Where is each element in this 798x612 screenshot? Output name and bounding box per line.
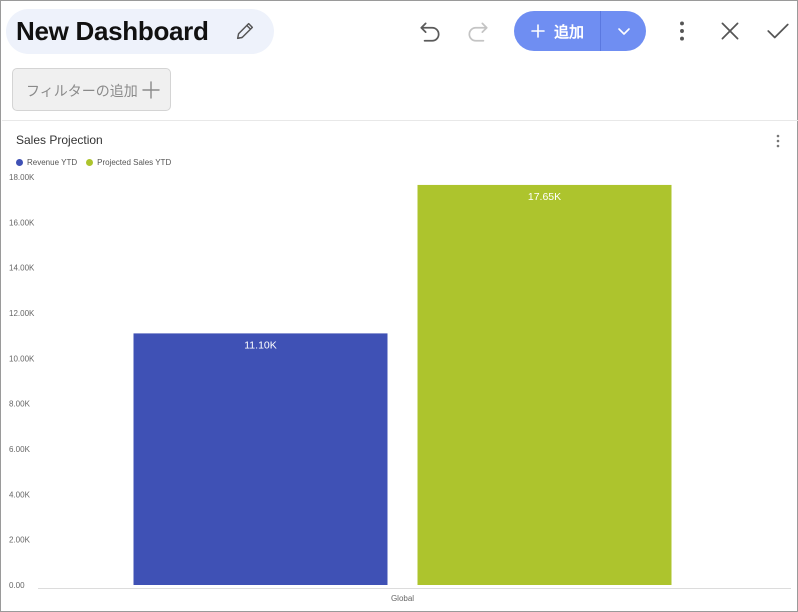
y-tick-label: 8.00K [9, 400, 31, 409]
y-tick-label: 6.00K [9, 445, 31, 454]
y-tick-label: 16.00K [9, 218, 35, 227]
y-tick-label: 10.00K [9, 354, 35, 363]
bar[interactable] [417, 184, 672, 585]
y-tick-label: 4.00K [9, 490, 31, 499]
y-tick-label: 14.00K [9, 264, 35, 273]
y-tick-label: 2.00K [9, 536, 31, 545]
bar-chart: 0.00 2.00K 4.00K 6.00K 8.00K 10.00K 12.00K 14.0… [9, 173, 791, 603]
bar-data-label: 11.10K [244, 339, 277, 351]
dashboard-editor: New Dashboard 追加 フィルターの追加 Sales Projecti… [0, 0, 798, 612]
y-tick-label: 12.00K [9, 309, 35, 318]
y-tick-label: 18.00K [9, 173, 35, 182]
bar-data-label: 17.65K [528, 191, 561, 203]
x-tick-label: Global [391, 594, 414, 603]
bar[interactable] [133, 333, 388, 585]
y-tick-label: 0.00 [9, 581, 25, 590]
